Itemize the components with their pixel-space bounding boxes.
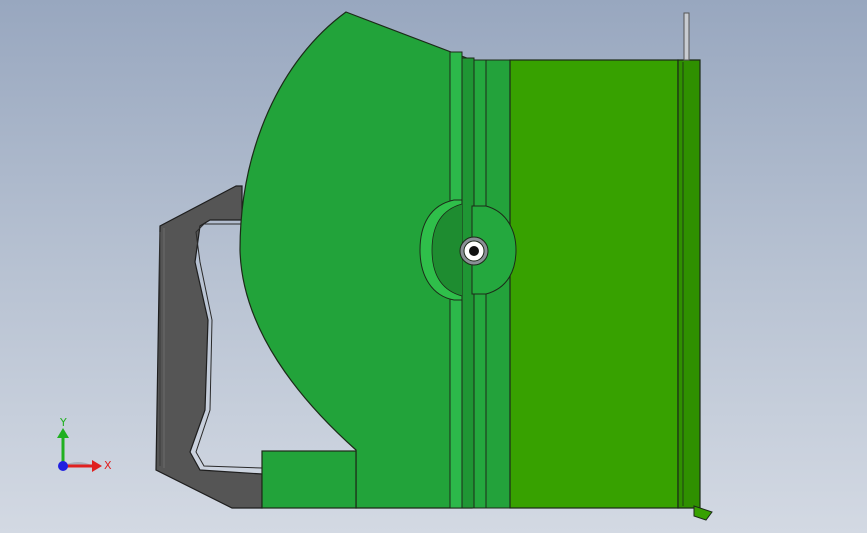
z-axis-dot-icon [58,461,68,471]
axis-triad: Y X [57,416,112,472]
x-axis-label: X [104,459,112,472]
base-block[interactable] [261,450,357,509]
model-render[interactable]: Y X [0,0,867,533]
y-axis-arrow-icon [57,428,69,438]
x-axis-arrow-icon [92,460,102,472]
y-axis-label: Y [59,416,67,429]
3d-model-viewport[interactable]: Y X [0,0,867,533]
top-pin[interactable] [683,12,690,61]
side-panel[interactable] [509,59,713,521]
